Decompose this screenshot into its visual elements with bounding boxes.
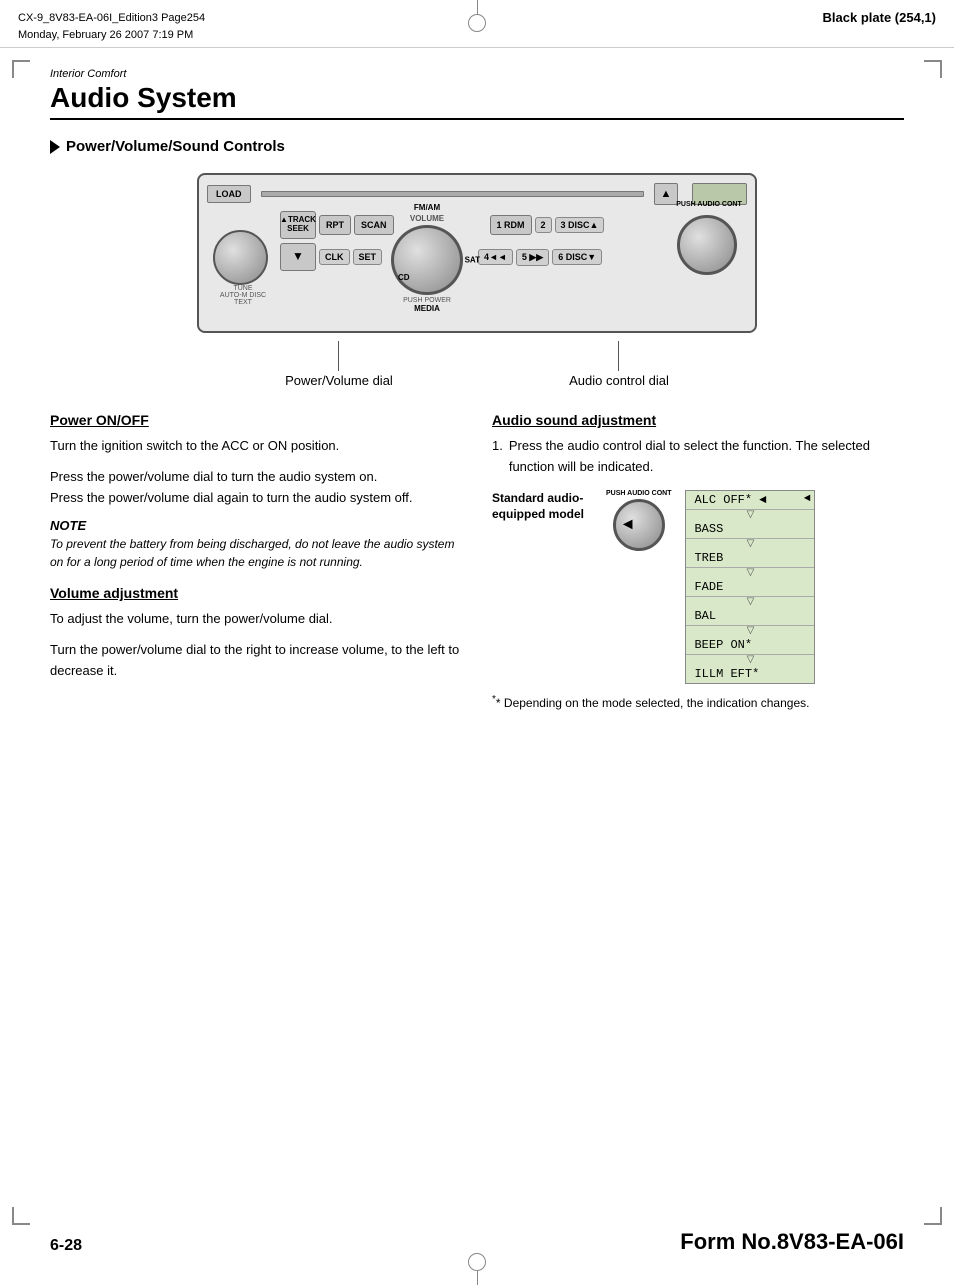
auto-m-label: AUTO-M DISC — [213, 292, 273, 299]
cd-label: CD — [398, 273, 410, 282]
menu-item-illm[interactable]: ILLM EFT* — [686, 665, 814, 683]
dial-label-top: PUSH AUDIO CONT — [606, 490, 671, 497]
audio-menu-dial[interactable]: ◄ — [613, 499, 665, 551]
corner-mark-tl — [12, 60, 30, 78]
main-power-dial[interactable]: CD SAT — [391, 225, 463, 295]
menu-item-fade[interactable]: FADE — [686, 578, 814, 597]
menu-items-list: ALC OFF* ◄ ▽ BASS ▽ TREB ▽ FADE ▽ BAL ▽ … — [685, 490, 815, 684]
audio-unit: LOAD ▲ ▲TRACKSEEK RPT SCAN 1 RDM 2 3 DIS… — [197, 173, 757, 333]
power-para1: Turn the ignition switch to the ACC or O… — [50, 436, 462, 457]
left-column: Power ON/OFF Turn the ignition switch to… — [50, 412, 462, 712]
audio-heading: Audio sound adjustment — [492, 412, 904, 428]
right-column: Audio sound adjustment 1. Press the audi… — [492, 412, 904, 712]
note-heading: NOTE — [50, 518, 462, 533]
audio-step1: 1. Press the audio control dial to selec… — [492, 436, 904, 478]
disc6-button[interactable]: 6 DISC▼ — [552, 249, 602, 265]
menu-item-alc[interactable]: ALC OFF* ◄ — [686, 491, 814, 510]
clk-button[interactable]: CLK — [319, 249, 350, 265]
section-label: Interior Comfort — [50, 68, 904, 80]
center-dial-area: FM/AM VOLUME CD SAT PUSH POWER MEDIA — [367, 203, 487, 313]
header-left: CX-9_8V83-EA-06I_Edition3 Page254 Monday… — [18, 10, 205, 43]
arrow-4: ▽ — [686, 597, 814, 607]
volume-para2: Turn the power/volume dial to the right … — [50, 640, 462, 682]
cd-slot — [261, 191, 645, 197]
volume-para1: To adjust the volume, turn the power/vol… — [50, 609, 462, 630]
audio-control-dial[interactable] — [677, 215, 737, 275]
arrow-5: ▽ — [686, 626, 814, 636]
au-top-row: LOAD ▲ — [207, 183, 747, 205]
subsection-heading-text: Power/Volume/Sound Controls — [66, 138, 285, 155]
two-column-layout: Power ON/OFF Turn the ignition switch to… — [50, 412, 904, 712]
right-audio-dial-area: PUSH AUDIO CONT — [677, 215, 741, 279]
audio-step1-text: Press the audio control dial to select t… — [509, 436, 904, 478]
menu-item-beep[interactable]: BEEP ON* — [686, 636, 814, 655]
arrow-2: ▽ — [686, 539, 814, 549]
audio-menu-list: ALC OFF* ◄ ▽ BASS ▽ TREB ▽ FADE ▽ BAL ▽ … — [685, 490, 815, 684]
disc2-button[interactable]: 2 — [535, 217, 552, 233]
arrow-1: ▽ — [686, 510, 814, 520]
top-center-mark — [468, 0, 486, 32]
menu-item-bal[interactable]: BAL — [686, 607, 814, 626]
menu-item-treb[interactable]: TREB — [686, 549, 814, 568]
subsection-heading: Power/Volume/Sound Controls — [50, 138, 904, 155]
fmam-label: FM/AM — [414, 203, 440, 212]
menu-item-bass[interactable]: BASS — [686, 520, 814, 539]
section-title: Audio System — [50, 82, 904, 120]
arrow-6: ▽ — [686, 655, 814, 665]
media-label: MEDIA — [414, 304, 440, 313]
footnote: ** Depending on the mode selected, the i… — [492, 692, 904, 712]
push-power-label: PUSH POWER — [403, 297, 451, 304]
arrow-3: ▽ — [686, 568, 814, 578]
standard-label-container: Standard audio-equipped model — [492, 490, 592, 524]
right-dial-label: PUSH AUDIO CONT — [676, 201, 741, 208]
v-button[interactable]: ▼ — [280, 243, 316, 271]
corner-mark-bl — [12, 1207, 30, 1225]
track-seek-button[interactable]: ▲TRACKSEEK — [280, 211, 316, 239]
power-volume-dial-label: Power/Volume dial — [285, 341, 393, 388]
note-text: To prevent the battery from being discha… — [50, 535, 462, 571]
left-tune-dial-area: TUNE AUTO-M DISC TEXT — [213, 230, 273, 290]
volume-label: VOLUME — [410, 214, 444, 223]
main-content: Interior Comfort Audio System Power/Volu… — [0, 48, 954, 732]
diagram-labels: Power/Volume dial Audio control dial — [197, 341, 757, 388]
text-label: TEXT — [213, 299, 273, 306]
eject-button[interactable]: ▲ — [654, 183, 678, 205]
volume-heading: Volume adjustment — [50, 585, 462, 601]
triangle-icon — [50, 140, 60, 154]
corner-mark-tr — [924, 60, 942, 78]
tune-dial[interactable] — [213, 230, 268, 285]
header-line2: Monday, February 26 2007 7:19 PM — [18, 27, 205, 44]
bottom-center-mark — [468, 1253, 486, 1285]
header-right: Black plate (254,1) — [823, 10, 936, 25]
audio-control-dial-label: Audio control dial — [569, 341, 669, 388]
rpt-button[interactable]: RPT — [319, 215, 351, 235]
corner-mark-br — [924, 1207, 942, 1225]
rdm-button[interactable]: 1 RDM — [490, 215, 532, 235]
disc5-button[interactable]: 5 ▶▶ — [516, 249, 549, 266]
step-number: 1. — [492, 436, 503, 478]
standard-label: Standard audio-equipped model — [492, 490, 592, 524]
page-footer: 6-28 Form No.8V83-EA-06I — [50, 1229, 904, 1255]
diagram-container: LOAD ▲ ▲TRACKSEEK RPT SCAN 1 RDM 2 3 DIS… — [50, 173, 904, 388]
disc3-button[interactable]: 3 DISC▲ — [555, 217, 605, 233]
load-button[interactable]: LOAD — [207, 185, 251, 203]
form-number: Form No.8V83-EA-06I — [680, 1229, 904, 1255]
audio-menu-container: Standard audio-equipped model PUSH AUDIO… — [492, 490, 904, 684]
sat-label: SAT — [465, 256, 480, 265]
power-para2: Press the power/volume dial to turn the … — [50, 467, 462, 509]
power-heading: Power ON/OFF — [50, 412, 462, 428]
tune-label: TUNE — [213, 285, 273, 292]
header-line1: CX-9_8V83-EA-06I_Edition3 Page254 — [18, 10, 205, 27]
page-number: 6-28 — [50, 1237, 82, 1255]
